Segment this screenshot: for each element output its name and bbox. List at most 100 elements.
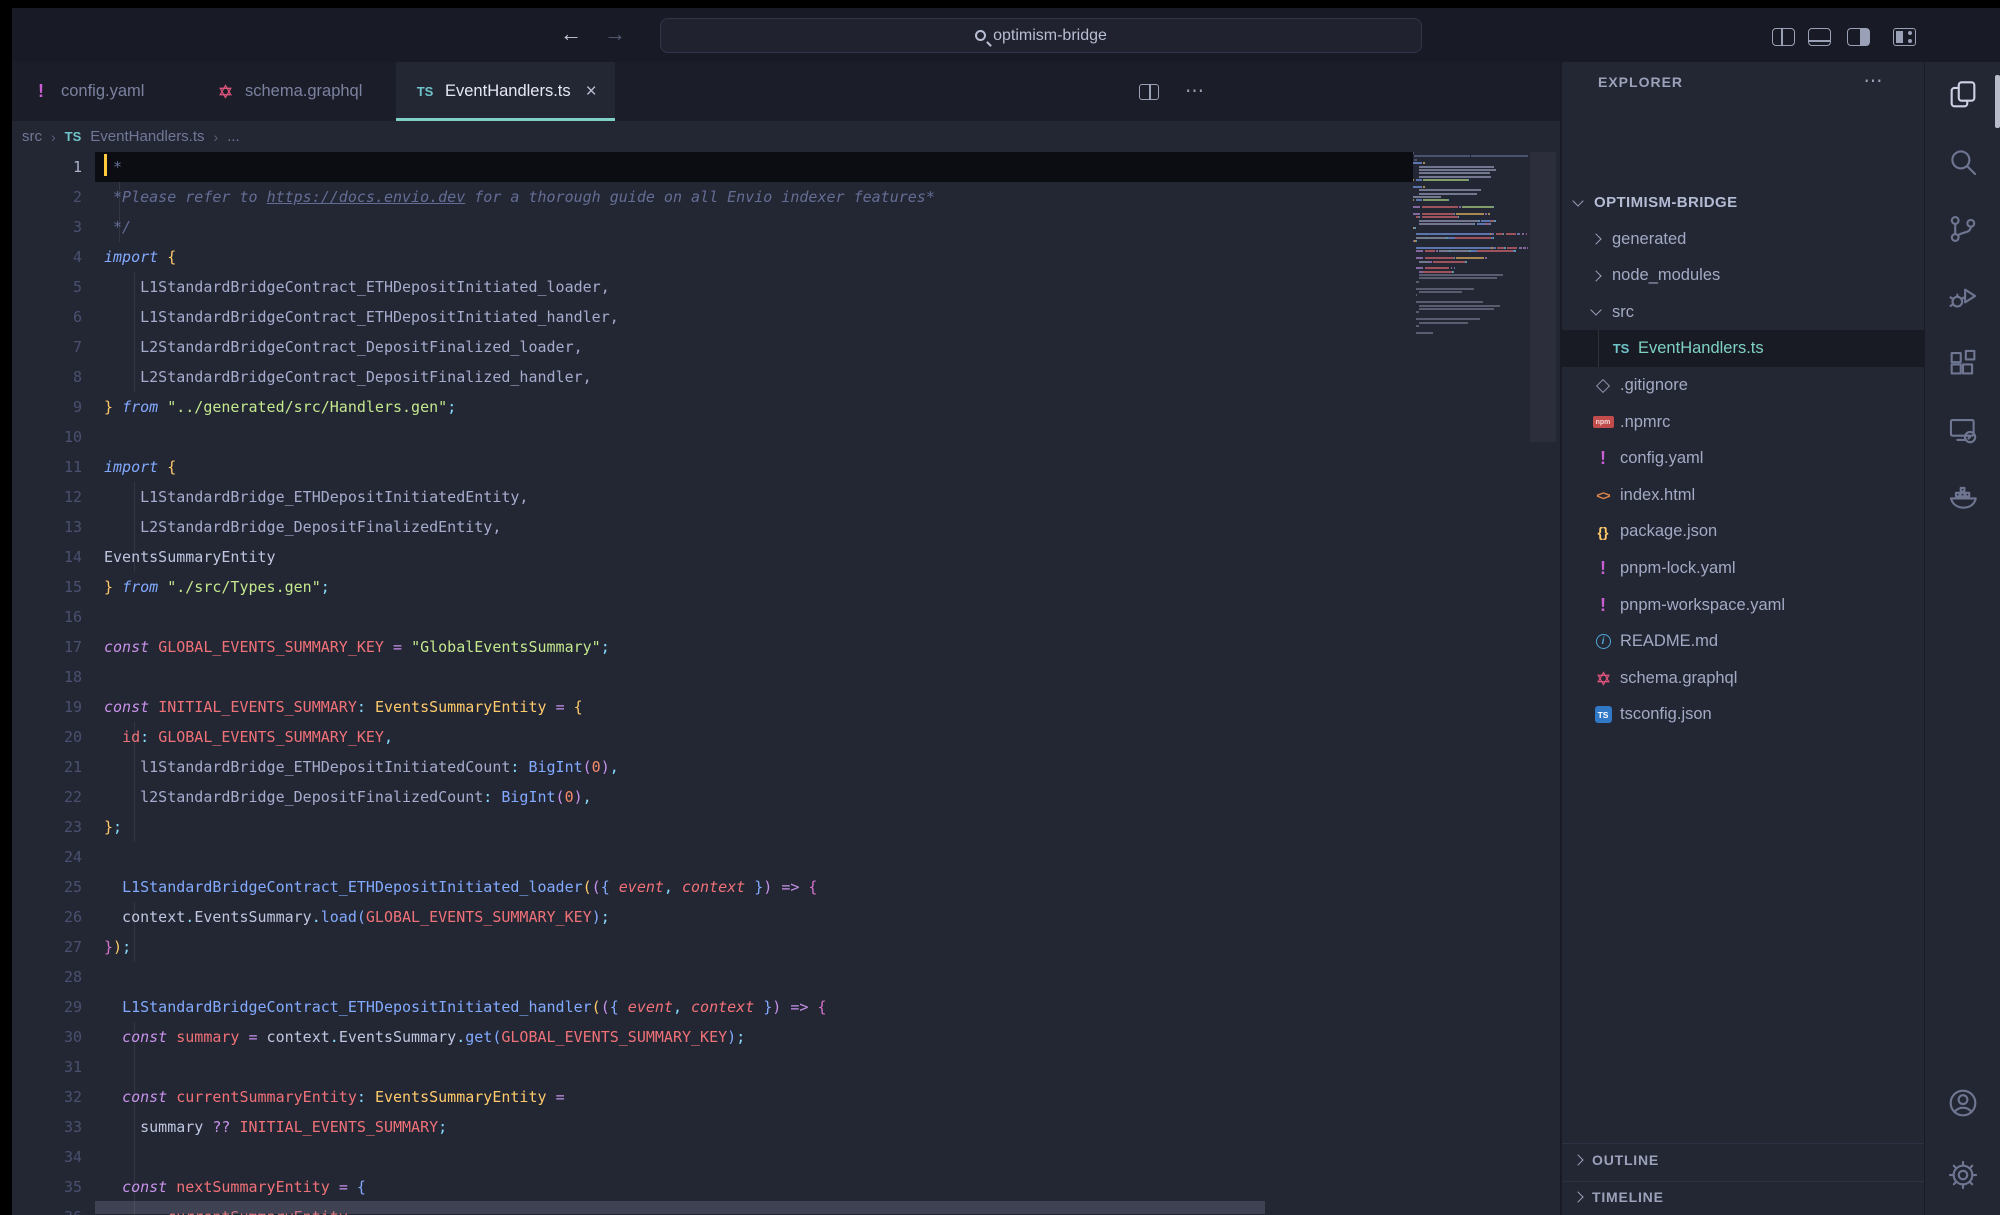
code-line-27[interactable]: 27});	[12, 932, 1413, 962]
horizontal-scrollbar[interactable]	[95, 1201, 1265, 1214]
code-line-2[interactable]: 2 *Please refer to https://docs.envio.de…	[12, 182, 1413, 212]
sidebar-section-timeline[interactable]: TIMELINE	[1574, 1189, 1664, 1205]
code-line-13[interactable]: 13 L2StandardBridge_DepositFinalizedEnti…	[12, 512, 1413, 542]
file-pnpm-lock.yaml[interactable]: !pnpm-lock.yaml	[1562, 550, 1924, 587]
remote-explorer-icon[interactable]	[1946, 413, 1980, 447]
file-eventhandlers.ts[interactable]: TSEventHandlers.ts	[1562, 330, 1924, 367]
code-line-28[interactable]: 28	[12, 962, 1413, 992]
source-control-icon[interactable]	[1946, 212, 1980, 246]
code-line-23[interactable]: 23};	[12, 812, 1413, 842]
line-content: *Please refer to https://docs.envio.dev …	[104, 182, 935, 212]
code-line-7[interactable]: 7 L2StandardBridgeContract_DepositFinali…	[12, 332, 1413, 362]
file-.npmrc[interactable]: npm.npmrc	[1562, 404, 1924, 441]
code-line-1[interactable]: 1*	[12, 152, 1413, 182]
docker-icon[interactable]	[1946, 480, 1980, 514]
code-line-20[interactable]: 20 id: GLOBAL_EVENTS_SUMMARY_KEY,	[12, 722, 1413, 752]
code-line-25[interactable]: 25 L1StandardBridgeContract_ETHDepositIn…	[12, 872, 1413, 902]
code-editor[interactable]: 1*2 *Please refer to https://docs.envio.…	[12, 152, 1560, 1215]
line-number: 5	[12, 272, 82, 302]
file-tsconfig.json[interactable]: TStsconfig.json	[1562, 696, 1924, 733]
vertical-scrollbar[interactable]	[1530, 152, 1556, 442]
code-line-32[interactable]: 32 const currentSummaryEntity: EventsSum…	[12, 1082, 1413, 1112]
code-line-33[interactable]: 33 summary ?? INITIAL_EVENTS_SUMMARY;	[12, 1112, 1413, 1142]
tab-config.yaml[interactable]: !config.yaml	[12, 62, 162, 121]
customize-layout-icon[interactable]	[1893, 28, 1916, 46]
code-line-3[interactable]: 3 */	[12, 212, 1413, 242]
back-arrow-icon[interactable]: ←	[560, 21, 582, 47]
line-content: context.EventsSummary.load(GLOBAL_EVENTS…	[104, 902, 610, 932]
code-line-22[interactable]: 22 l2StandardBridge_DepositFinalizedCoun…	[12, 782, 1413, 812]
explorer-more-actions-icon[interactable]: ⋯	[1864, 70, 1885, 93]
tree-item-label: pnpm-workspace.yaml	[1620, 596, 1785, 615]
file-package.json[interactable]: {}package.json	[1562, 513, 1924, 550]
code-line-24[interactable]: 24	[12, 842, 1413, 872]
yaml-icon: !	[1592, 448, 1614, 469]
code-line-19[interactable]: 19const INITIAL_EVENTS_SUMMARY: EventsSu…	[12, 692, 1413, 722]
file-schema.graphql[interactable]: schema.graphql	[1562, 660, 1924, 697]
code-line-31[interactable]: 31	[12, 1052, 1413, 1082]
code-line-35[interactable]: 35 const nextSummaryEntity = {	[12, 1172, 1413, 1202]
file-config.yaml[interactable]: !config.yaml	[1562, 440, 1924, 477]
file-optimism-bridge[interactable]: OPTIMISM-BRIDGE	[1562, 184, 1924, 221]
minimap[interactable]	[1413, 152, 1528, 335]
run-and-debug-icon[interactable]	[1946, 279, 1980, 313]
tab-bar: ⋯ !config.yaml schema.graphql TSEventHandl…	[12, 62, 1560, 121]
folder-src[interactable]: src	[1562, 294, 1924, 331]
search-icon	[975, 30, 986, 41]
folder-node-modules[interactable]: node_modules	[1562, 257, 1924, 294]
close-tab-icon[interactable]: ×	[586, 81, 597, 103]
code-line-30[interactable]: 30 const summary = context.EventsSummary…	[12, 1022, 1413, 1052]
settings-icon[interactable]	[1946, 1158, 1980, 1192]
more-actions-icon[interactable]: ⋯	[1185, 80, 1205, 103]
tab-EventHandlers.ts[interactable]: TSEventHandlers.ts×	[396, 62, 615, 121]
code-line-21[interactable]: 21 l1StandardBridge_ETHDepositInitiatedC…	[12, 752, 1413, 782]
forward-arrow-icon[interactable]: →	[604, 21, 626, 47]
code-line-6[interactable]: 6 L1StandardBridgeContract_ETHDepositIni…	[12, 302, 1413, 332]
command-center-search[interactable]: optimism-bridge	[660, 18, 1422, 53]
code-line-29[interactable]: 29 L1StandardBridgeContract_ETHDepositIn…	[12, 992, 1413, 1022]
split-editor-icon[interactable]	[1139, 84, 1159, 100]
folder-generated[interactable]: generated	[1562, 221, 1924, 258]
tab-schema.graphql[interactable]: schema.graphql	[196, 62, 380, 121]
line-content: L2StandardBridgeContract_DepositFinalize…	[104, 362, 592, 392]
code-line-8[interactable]: 8 L2StandardBridgeContract_DepositFinali…	[12, 362, 1413, 392]
file-index.html[interactable]: <>index.html	[1562, 477, 1924, 514]
tree-item-label: index.html	[1620, 486, 1695, 505]
file-readme.md[interactable]: iREADME.md	[1562, 623, 1924, 660]
file-pnpm-workspace.yaml[interactable]: !pnpm-workspace.yaml	[1562, 587, 1924, 624]
extensions-icon[interactable]	[1946, 346, 1980, 380]
code-line-26[interactable]: 26 context.EventsSummary.load(GLOBAL_EVE…	[12, 902, 1413, 932]
files-icon[interactable]	[1946, 78, 1980, 112]
line-content: l2StandardBridge_DepositFinalizedCount: …	[104, 782, 592, 812]
line-content: const summary = context.EventsSummary.ge…	[104, 1022, 745, 1052]
code-line-4[interactable]: 4import {	[12, 242, 1413, 272]
code-line-12[interactable]: 12 L1StandardBridge_ETHDepositInitiatedE…	[12, 482, 1413, 512]
code-line-15[interactable]: 15} from "./src/Types.gen";	[12, 572, 1413, 602]
code-line-18[interactable]: 18	[12, 662, 1413, 692]
toggle-secondary-sidebar-icon[interactable]	[1847, 28, 1870, 46]
toggle-panel-icon[interactable]	[1808, 28, 1831, 46]
window-scrollbar-thumb[interactable]	[1995, 75, 2000, 128]
tree-item-label: schema.graphql	[1620, 669, 1737, 688]
code-line-5[interactable]: 5 L1StandardBridgeContract_ETHDepositIni…	[12, 272, 1413, 302]
file-.gitignore[interactable]: .gitignore	[1562, 367, 1924, 404]
tree-item-label: package.json	[1620, 522, 1717, 541]
code-line-14[interactable]: 14EventsSummaryEntity	[12, 542, 1413, 572]
sidebar-section-outline[interactable]: OUTLINE	[1574, 1152, 1659, 1168]
indent-guide	[134, 1022, 135, 1215]
breadcrumb-item-symbol[interactable]: ...	[227, 128, 240, 145]
account-icon[interactable]	[1946, 1086, 1980, 1120]
code-line-16[interactable]: 16	[12, 602, 1413, 632]
search-icon[interactable]	[1946, 145, 1980, 179]
breadcrumb-item-file[interactable]: EventHandlers.ts	[90, 128, 204, 145]
toggle-primary-sidebar-icon[interactable]	[1772, 28, 1795, 46]
explorer-title: EXPLORER	[1598, 74, 1683, 90]
code-line-11[interactable]: 11import {	[12, 452, 1413, 482]
code-line-9[interactable]: 9} from "../generated/src/Handlers.gen";	[12, 392, 1413, 422]
breadcrumb-item-src[interactable]: src	[22, 128, 42, 145]
code-line-17[interactable]: 17const GLOBAL_EVENTS_SUMMARY_KEY = "Glo…	[12, 632, 1413, 662]
line-number: 32	[12, 1082, 82, 1112]
code-line-10[interactable]: 10	[12, 422, 1413, 452]
indent-guide	[134, 902, 135, 962]
code-line-34[interactable]: 34	[12, 1142, 1413, 1172]
